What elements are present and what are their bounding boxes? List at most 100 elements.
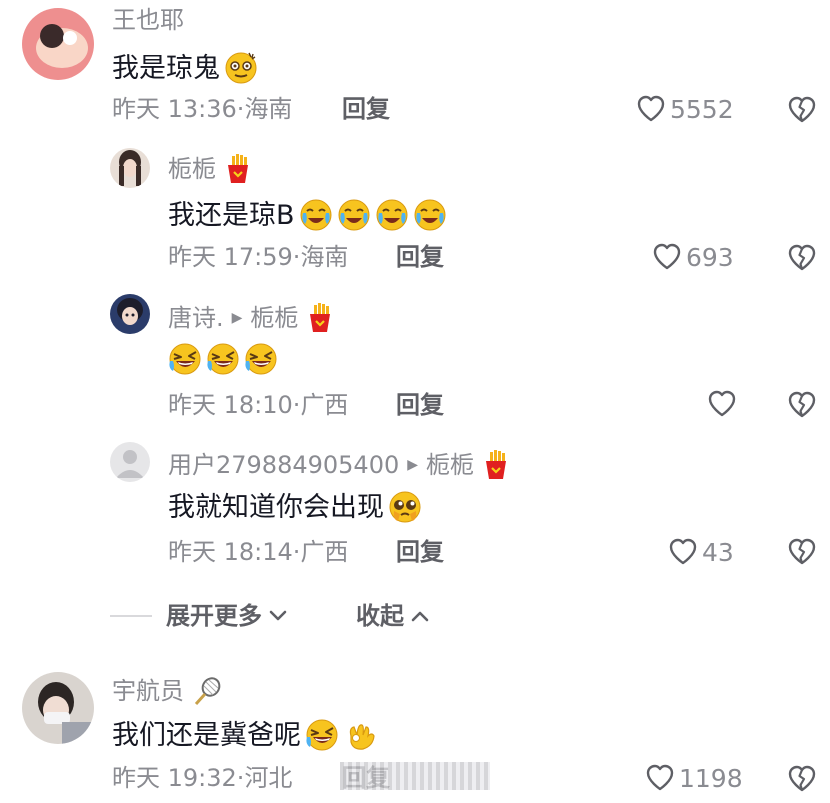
french-fries-icon: [226, 154, 250, 184]
meta-separator: ·: [236, 95, 245, 123]
heart-outline-icon: [708, 390, 736, 417]
dislike-button[interactable]: [787, 390, 817, 420]
like-button[interactable]: [707, 389, 737, 419]
comment-username[interactable]: 唐诗. ▶ 栀栀: [168, 303, 334, 333]
meta-separator: ·: [292, 243, 301, 271]
like-button[interactable]: 43: [668, 537, 734, 567]
comment-text: 我是琼鬼: [112, 51, 258, 85]
reply-item: 唐诗. ▶ 栀栀 昨天 18:10 · 广西 回复: [0, 290, 830, 436]
comment-text: 我还是琼B: [168, 198, 447, 232]
chevron-down-icon: [269, 610, 287, 621]
like-count: 693: [686, 242, 734, 272]
avatar[interactable]: [22, 8, 94, 80]
reply-button[interactable]: 回复: [396, 540, 444, 564]
french-fries-icon: [484, 450, 508, 480]
dizzy-face-emoji-icon: [224, 51, 258, 85]
comment-text-content: 我是琼鬼: [112, 52, 220, 84]
avatar[interactable]: [22, 672, 94, 744]
comment-location: 广西: [300, 391, 349, 419]
reply-to-username[interactable]: 栀栀: [426, 453, 474, 477]
comment-meta: 昨天 13:36 · 海南: [112, 97, 292, 121]
avatar[interactable]: [110, 294, 150, 334]
comment-time: 昨天 18:10: [168, 391, 293, 419]
french-fries-icon: [309, 303, 332, 333]
avatar[interactable]: [110, 148, 150, 188]
comment-location: 海南: [300, 243, 349, 271]
like-count: 43: [702, 537, 734, 567]
broken-heart-icon: [788, 765, 816, 792]
comment-location: 河北: [244, 764, 293, 792]
dislike-button[interactable]: [787, 243, 817, 273]
like-button[interactable]: 5552: [636, 94, 734, 124]
comment-username[interactable]: 宇航员: [112, 676, 222, 706]
comment-text: 我们还是冀爸呢: [112, 718, 377, 752]
broken-heart-icon: [788, 96, 816, 123]
divider-line: [110, 615, 152, 617]
comment-text-content: 我们还是冀爸呢: [112, 719, 301, 751]
comment-item: 王也耶 我是琼鬼 昨天 13:36 · 海南 回复 5552: [0, 0, 830, 140]
crying-face-emoji-icon: [299, 198, 333, 232]
collapse-label: 收起: [356, 602, 404, 630]
username-text[interactable]: 王也耶: [112, 8, 184, 32]
expand-more-button[interactable]: 展开更多: [166, 604, 288, 628]
comment-username[interactable]: 栀栀: [168, 154, 252, 184]
reply-arrow-icon: ▶: [407, 457, 419, 473]
dislike-button[interactable]: [787, 95, 817, 125]
comment-meta: 昨天 18:14 · 广西: [168, 540, 348, 564]
like-count: 5552: [670, 94, 734, 124]
comment-username[interactable]: 用户279884905400 ▶ 栀栀: [168, 450, 510, 480]
crying-face-emoji-icon: [337, 198, 371, 232]
comment-text: [164, 342, 278, 376]
meta-separator: ·: [292, 538, 301, 566]
heart-outline-icon: [653, 243, 681, 270]
comment-location: 海南: [244, 95, 293, 123]
reply-to-username[interactable]: 栀栀: [250, 306, 298, 330]
chevron-up-icon: [411, 611, 429, 622]
username-text[interactable]: 唐诗.: [168, 306, 224, 330]
collapse-button[interactable]: 收起: [356, 604, 430, 628]
reply-button[interactable]: 回复: [396, 393, 444, 417]
reply-button[interactable]: 回复: [396, 245, 444, 269]
avatar[interactable]: [110, 442, 150, 482]
broken-heart-icon: [788, 538, 816, 565]
comment-time: 昨天 18:14: [168, 538, 293, 566]
laughing-tears-emoji-icon: [206, 342, 240, 376]
dislike-button[interactable]: [787, 764, 817, 794]
username-text[interactable]: 用户279884905400: [168, 453, 399, 477]
laughing-tears-emoji-icon: [305, 718, 339, 752]
laughing-tears-emoji-icon: [244, 342, 278, 376]
badminton-racket-icon: [194, 676, 222, 706]
reply-item: 用户279884905400 ▶ 栀栀 我就知道你会出现 昨天 18:14 · …: [0, 436, 830, 586]
broken-heart-icon: [788, 391, 816, 418]
thread-controls: 展开更多 收起: [110, 604, 430, 628]
comment-username[interactable]: 王也耶: [112, 8, 184, 32]
comment-meta: 昨天 17:59 · 海南: [168, 245, 348, 269]
like-count: 1198: [679, 763, 743, 793]
broken-heart-icon: [788, 244, 816, 271]
comment-meta: 昨天 18:10 · 广西: [168, 393, 348, 417]
like-button[interactable]: 693: [652, 242, 734, 272]
username-text[interactable]: 栀栀: [168, 157, 216, 181]
watermark-overlay: [340, 762, 490, 790]
dislike-button[interactable]: [787, 537, 817, 567]
heart-outline-icon: [646, 764, 674, 791]
comment-text-content: 我还是琼B: [168, 199, 295, 231]
expand-more-label: 展开更多: [166, 602, 262, 630]
heart-outline-icon: [637, 95, 665, 122]
meta-separator: ·: [236, 764, 245, 792]
heart-outline-icon: [669, 538, 697, 565]
reply-button[interactable]: 回复: [342, 97, 390, 121]
like-button[interactable]: 1198: [645, 763, 743, 793]
reply-item: 栀栀 我还是琼B 昨天 17:59 · 海南 回复 693: [0, 140, 830, 290]
meta-separator: ·: [292, 391, 301, 419]
ok-hand-emoji-icon: [343, 718, 377, 752]
comment-time: 昨天 17:59: [168, 243, 293, 271]
username-text[interactable]: 宇航员: [112, 679, 184, 703]
laughing-tears-emoji-icon: [168, 342, 202, 376]
pleading-face-emoji-icon: [388, 490, 422, 524]
comment-time: 昨天 13:36: [112, 95, 237, 123]
comment-meta: 昨天 19:32 · 河北: [112, 766, 292, 790]
comment-text-content: 我就知道你会出现: [168, 491, 384, 523]
comment-text: 我就知道你会出现: [168, 490, 422, 524]
comment-location: 广西: [300, 538, 349, 566]
